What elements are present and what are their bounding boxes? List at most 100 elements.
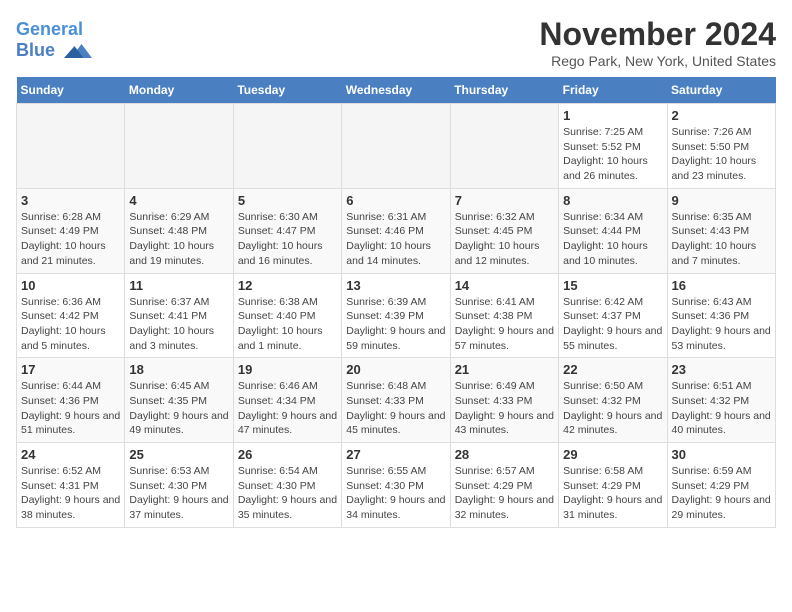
day-info: Sunrise: 6:39 AM Sunset: 4:39 PM Dayligh… xyxy=(346,295,445,354)
calendar-cell: 1 Sunrise: 7:25 AM Sunset: 5:52 PM Daylig… xyxy=(559,104,667,189)
day-info: Sunrise: 6:38 AM Sunset: 4:40 PM Dayligh… xyxy=(238,295,337,354)
day-info: Sunrise: 6:43 AM Sunset: 4:36 PM Dayligh… xyxy=(672,295,771,354)
day-number: 12 xyxy=(238,278,337,293)
logo-text2: Blue xyxy=(16,40,92,62)
day-number: 13 xyxy=(346,278,445,293)
calendar-cell: 16 Sunrise: 6:43 AM Sunset: 4:36 PM Dayli… xyxy=(667,273,775,358)
calendar-week-row: 10 Sunrise: 6:36 AM Sunset: 4:42 PM Dayli… xyxy=(17,273,776,358)
day-info: Sunrise: 6:34 AM Sunset: 4:44 PM Dayligh… xyxy=(563,210,662,269)
calendar-cell: 29 Sunrise: 6:58 AM Sunset: 4:29 PM Dayli… xyxy=(559,443,667,528)
day-number: 3 xyxy=(21,193,120,208)
day-number: 8 xyxy=(563,193,662,208)
day-info: Sunrise: 6:49 AM Sunset: 4:33 PM Dayligh… xyxy=(455,379,554,438)
day-number: 16 xyxy=(672,278,771,293)
title-block: November 2024 Rego Park, New York, Unite… xyxy=(539,16,776,69)
calendar-cell: 10 Sunrise: 6:36 AM Sunset: 4:42 PM Dayli… xyxy=(17,273,125,358)
day-number: 19 xyxy=(238,362,337,377)
calendar-cell xyxy=(17,104,125,189)
calendar-cell: 18Sunrise: 6:45 AM Sunset: 4:35 PM Dayli… xyxy=(125,358,233,443)
day-number: 17 xyxy=(21,362,120,377)
day-number: 29 xyxy=(563,447,662,462)
calendar-cell: 20 Sunrise: 6:48 AM Sunset: 4:33 PM Dayli… xyxy=(342,358,450,443)
day-number: 10 xyxy=(21,278,120,293)
calendar-week-row: 17 Sunrise: 6:44 AM Sunset: 4:36 PM Dayli… xyxy=(17,358,776,443)
day-number: 4 xyxy=(129,193,228,208)
calendar-cell xyxy=(342,104,450,189)
calendar-cell: 25 Sunrise: 6:53 AM Sunset: 4:30 PM Dayli… xyxy=(125,443,233,528)
calendar-cell: 2 Sunrise: 7:26 AM Sunset: 5:50 PM Daylig… xyxy=(667,104,775,189)
logo: General Blue xyxy=(16,20,92,62)
day-info: Sunrise: 6:42 AM Sunset: 4:37 PM Dayligh… xyxy=(563,295,662,354)
calendar-cell: 13 Sunrise: 6:39 AM Sunset: 4:39 PM Dayli… xyxy=(342,273,450,358)
calendar-cell: 28 Sunrise: 6:57 AM Sunset: 4:29 PM Dayli… xyxy=(450,443,558,528)
calendar-cell: 26Sunrise: 6:54 AM Sunset: 4:30 PM Dayli… xyxy=(233,443,341,528)
day-number: 5 xyxy=(238,193,337,208)
day-info: Sunrise: 6:48 AM Sunset: 4:33 PM Dayligh… xyxy=(346,379,445,438)
day-number: 15 xyxy=(563,278,662,293)
weekday-header: Friday xyxy=(559,77,667,104)
logo-text: General xyxy=(16,20,92,40)
day-info: Sunrise: 6:36 AM Sunset: 4:42 PM Dayligh… xyxy=(21,295,120,354)
day-info: Sunrise: 6:51 AM Sunset: 4:32 PM Dayligh… xyxy=(672,379,771,438)
day-number: 9 xyxy=(672,193,771,208)
weekday-header: Sunday xyxy=(17,77,125,104)
calendar-cell: 3 Sunrise: 6:28 AM Sunset: 4:49 PM Daylig… xyxy=(17,188,125,273)
day-info: Sunrise: 6:41 AM Sunset: 4:38 PM Dayligh… xyxy=(455,295,554,354)
calendar-week-row: 24Sunrise: 6:52 AM Sunset: 4:31 PM Dayli… xyxy=(17,443,776,528)
day-number: 20 xyxy=(346,362,445,377)
day-info: Sunrise: 6:29 AM Sunset: 4:48 PM Dayligh… xyxy=(129,210,228,269)
calendar-cell: 22Sunrise: 6:50 AM Sunset: 4:32 PM Dayli… xyxy=(559,358,667,443)
day-info: Sunrise: 6:55 AM Sunset: 4:30 PM Dayligh… xyxy=(346,464,445,523)
calendar-cell: 11Sunrise: 6:37 AM Sunset: 4:41 PM Dayli… xyxy=(125,273,233,358)
day-number: 18 xyxy=(129,362,228,377)
day-info: Sunrise: 6:59 AM Sunset: 4:29 PM Dayligh… xyxy=(672,464,771,523)
calendar-cell: 27 Sunrise: 6:55 AM Sunset: 4:30 PM Dayli… xyxy=(342,443,450,528)
day-number: 22 xyxy=(563,362,662,377)
calendar-cell xyxy=(450,104,558,189)
calendar-cell: 19 Sunrise: 6:46 AM Sunset: 4:34 PM Dayli… xyxy=(233,358,341,443)
calendar-cell: 21 Sunrise: 6:49 AM Sunset: 4:33 PM Dayli… xyxy=(450,358,558,443)
day-info: Sunrise: 6:31 AM Sunset: 4:46 PM Dayligh… xyxy=(346,210,445,269)
day-info: Sunrise: 6:30 AM Sunset: 4:47 PM Dayligh… xyxy=(238,210,337,269)
day-info: Sunrise: 6:57 AM Sunset: 4:29 PM Dayligh… xyxy=(455,464,554,523)
weekday-header: Tuesday xyxy=(233,77,341,104)
day-number: 27 xyxy=(346,447,445,462)
day-number: 6 xyxy=(346,193,445,208)
day-number: 21 xyxy=(455,362,554,377)
day-number: 2 xyxy=(672,108,771,123)
calendar-week-row: 1 Sunrise: 7:25 AM Sunset: 5:52 PM Daylig… xyxy=(17,104,776,189)
day-info: Sunrise: 6:44 AM Sunset: 4:36 PM Dayligh… xyxy=(21,379,120,438)
weekday-header: Saturday xyxy=(667,77,775,104)
calendar-cell: 7 Sunrise: 6:32 AM Sunset: 4:45 PM Daylig… xyxy=(450,188,558,273)
calendar-cell: 24Sunrise: 6:52 AM Sunset: 4:31 PM Dayli… xyxy=(17,443,125,528)
calendar-cell: 9 Sunrise: 6:35 AM Sunset: 4:43 PM Daylig… xyxy=(667,188,775,273)
day-number: 25 xyxy=(129,447,228,462)
day-info: Sunrise: 6:52 AM Sunset: 4:31 PM Dayligh… xyxy=(21,464,120,523)
day-info: Sunrise: 7:25 AM Sunset: 5:52 PM Dayligh… xyxy=(563,125,662,184)
calendar-cell: 23 Sunrise: 6:51 AM Sunset: 4:32 PM Dayli… xyxy=(667,358,775,443)
day-number: 1 xyxy=(563,108,662,123)
day-info: Sunrise: 6:28 AM Sunset: 4:49 PM Dayligh… xyxy=(21,210,120,269)
weekday-header: Monday xyxy=(125,77,233,104)
day-info: Sunrise: 7:26 AM Sunset: 5:50 PM Dayligh… xyxy=(672,125,771,184)
weekday-header-row: SundayMondayTuesdayWednesdayThursdayFrid… xyxy=(17,77,776,104)
calendar-cell: 17 Sunrise: 6:44 AM Sunset: 4:36 PM Dayli… xyxy=(17,358,125,443)
month-title: November 2024 xyxy=(539,16,776,53)
day-number: 7 xyxy=(455,193,554,208)
calendar-table: SundayMondayTuesdayWednesdayThursdayFrid… xyxy=(16,77,776,528)
day-number: 23 xyxy=(672,362,771,377)
day-info: Sunrise: 6:37 AM Sunset: 4:41 PM Dayligh… xyxy=(129,295,228,354)
day-info: Sunrise: 6:53 AM Sunset: 4:30 PM Dayligh… xyxy=(129,464,228,523)
calendar-week-row: 3 Sunrise: 6:28 AM Sunset: 4:49 PM Daylig… xyxy=(17,188,776,273)
day-number: 30 xyxy=(672,447,771,462)
day-info: Sunrise: 6:58 AM Sunset: 4:29 PM Dayligh… xyxy=(563,464,662,523)
day-number: 28 xyxy=(455,447,554,462)
calendar-cell: 8 Sunrise: 6:34 AM Sunset: 4:44 PM Daylig… xyxy=(559,188,667,273)
location: Rego Park, New York, United States xyxy=(539,53,776,69)
day-info: Sunrise: 6:35 AM Sunset: 4:43 PM Dayligh… xyxy=(672,210,771,269)
calendar-cell xyxy=(233,104,341,189)
day-info: Sunrise: 6:32 AM Sunset: 4:45 PM Dayligh… xyxy=(455,210,554,269)
day-info: Sunrise: 6:46 AM Sunset: 4:34 PM Dayligh… xyxy=(238,379,337,438)
calendar-cell: 30 Sunrise: 6:59 AM Sunset: 4:29 PM Dayli… xyxy=(667,443,775,528)
calendar-cell: 12 Sunrise: 6:38 AM Sunset: 4:40 PM Dayli… xyxy=(233,273,341,358)
